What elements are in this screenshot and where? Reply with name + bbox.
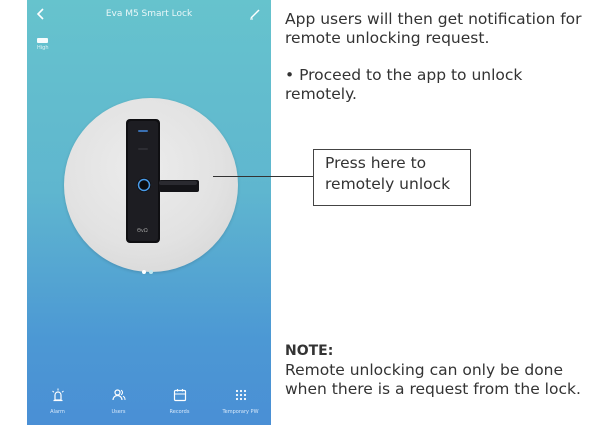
app-screen: Eva M5 Smart Lock High ΘvΩ Alarm Users R… <box>27 0 271 425</box>
page-dot-active <box>142 270 146 274</box>
remote-unlock-button[interactable]: ΘvΩ <box>64 98 238 272</box>
edit-button[interactable] <box>247 6 263 22</box>
nav-item-users[interactable]: Users <box>88 375 149 425</box>
note-heading: NOTE: <box>285 343 334 359</box>
battery-indicator: High <box>37 38 49 51</box>
callout-leader-line <box>213 176 314 177</box>
nav-label: Temporary PW <box>222 409 259 415</box>
battery-label: High <box>37 45 49 51</box>
nav-item-temporary-pw[interactable]: Temporary PW <box>210 375 271 425</box>
note-text: Remote unlocking can only be done when t… <box>285 361 581 398</box>
app-header: Eva M5 Smart Lock <box>27 0 271 30</box>
callout-line-2: remotely unlock <box>325 175 451 193</box>
nav-label: Users <box>111 409 126 415</box>
alarm-icon <box>51 388 65 402</box>
records-icon <box>173 388 187 402</box>
smart-lock-image: ΘvΩ <box>126 119 199 243</box>
callout-line-1: Press here to <box>325 154 427 172</box>
nav-item-records[interactable]: Records <box>149 375 210 425</box>
callout-box: Press here to remotely unlock <box>313 149 471 206</box>
nav-label: Alarm <box>50 409 65 415</box>
pencil-icon <box>250 9 260 20</box>
nav-item-alarm[interactable]: Alarm <box>27 375 88 425</box>
page-dot <box>149 270 153 274</box>
instruction-step: • Proceed to the app to unlock remotely. <box>285 66 523 103</box>
page-indicator <box>142 270 153 274</box>
nav-label: Records <box>169 409 190 415</box>
keypad-icon <box>234 388 248 402</box>
bottom-nav: Alarm Users Records Temporary PW <box>27 375 271 425</box>
instruction-paragraph: App users will then get notification for… <box>285 10 582 47</box>
users-icon <box>111 388 126 402</box>
instructions: App users will then get notification for… <box>285 10 595 104</box>
app-title: Eva M5 Smart Lock <box>105 9 193 19</box>
lock-brand-logo: ΘvΩ <box>137 228 148 234</box>
battery-icon <box>37 38 48 43</box>
note: NOTE: Remote unlocking can only be done … <box>285 342 595 399</box>
